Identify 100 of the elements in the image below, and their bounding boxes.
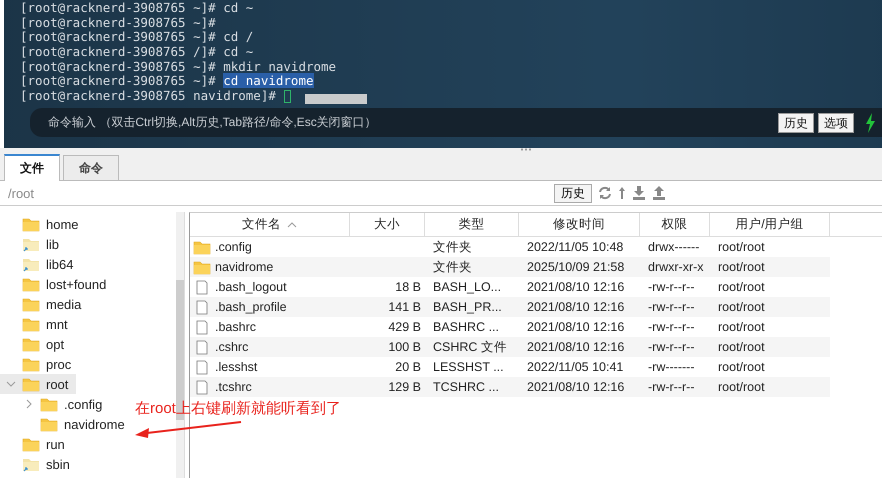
- table-row[interactable]: .tcshrc 129 B TCSHRC ... 2021/08/10 12:16 -rw-r--r-- root/root: [190, 377, 830, 397]
- tree-item[interactable]: lost+found: [0, 274, 114, 294]
- table-cell: 2021/08/10 12:16: [527, 340, 624, 354]
- tree-item-label: run: [46, 436, 65, 452]
- options-button[interactable]: 选项: [818, 112, 854, 132]
- tree-item-label: media: [46, 296, 82, 312]
- table-row[interactable]: .lesshst 20 B LESSHST ... 2022/11/05 10:41 -rw------- root/root: [190, 357, 830, 377]
- collapse-chevron-icon[interactable]: [6, 379, 16, 389]
- path-field[interactable]: /root: [8, 186, 548, 200]
- table-row[interactable]: .cshrc 100 B CSHRC 文件 2021/08/10 12:16 -rw-r--r-- root/root: [190, 337, 830, 357]
- table-cell: root/root: [718, 340, 765, 354]
- folder-icon: [22, 276, 40, 292]
- tree-item[interactable]: opt: [0, 334, 72, 354]
- table-cell: 429 B: [388, 320, 421, 334]
- column-header[interactable]: 大小: [350, 213, 425, 236]
- table-cell: 2021/08/10 12:16: [527, 320, 624, 334]
- download-icon[interactable]: [632, 186, 646, 200]
- drag-handle-icon[interactable]: [520, 148, 532, 151]
- folder-shortcut-icon: [22, 256, 40, 272]
- tree-item-label: lost+found: [46, 276, 106, 292]
- folder-icon: [40, 416, 58, 432]
- table-row[interactable]: navidrome 文件夹 2025/10/09 21:58 drwxr-xr-x root/root: [190, 257, 830, 277]
- tab[interactable]: 命令: [63, 155, 119, 180]
- file-name-cell: .lesshst: [215, 360, 258, 374]
- tree-item[interactable]: run: [0, 434, 73, 454]
- table-row[interactable]: .bashrc 429 B BASHRC ... 2021/08/10 12:16 -rw-r--r-- root/root: [190, 317, 830, 337]
- tab[interactable]: 文件: [4, 154, 60, 181]
- file-name-cell: .bash_profile: [215, 300, 287, 314]
- tree-item-label: sbin: [46, 456, 70, 472]
- table-cell: 18 B: [395, 280, 421, 294]
- table-cell: 100 B: [388, 340, 421, 354]
- file-name-cell: .config: [215, 240, 252, 254]
- file-name-cell: navidrome: [215, 260, 274, 274]
- table-cell: BASHRC ...: [433, 320, 499, 334]
- table-cell: 文件夹: [433, 258, 472, 276]
- table-cell: BASH_PR...: [433, 300, 502, 314]
- terminal-line: [root@racknerd-3908765 ~]#: [20, 16, 216, 30]
- upload-icon[interactable]: [652, 186, 666, 200]
- history-button[interactable]: 历史: [778, 112, 814, 132]
- column-header[interactable]: 类型: [425, 213, 519, 236]
- column-header[interactable]: 文件名: [190, 213, 350, 236]
- folder-shortcut-icon: [22, 456, 40, 472]
- tree-item-label: opt: [46, 336, 64, 352]
- folder-icon: [22, 436, 40, 452]
- file-name-cell: .cshrc: [215, 340, 248, 354]
- file-name-cell: .bashrc: [215, 320, 256, 334]
- table-row[interactable]: .bash_logout 18 B BASH_LO... 2021/08/10 12:16 -rw-r--r-- root/root: [190, 277, 830, 297]
- table-cell: 文件夹: [433, 238, 472, 256]
- tree-item[interactable]: navidrome: [0, 414, 133, 434]
- history-button[interactable]: 历史: [554, 184, 592, 202]
- table-cell: LESSHST ...: [433, 360, 504, 374]
- folder-icon: [22, 296, 40, 312]
- folder-icon: [193, 260, 211, 274]
- folder-icon: [22, 376, 40, 392]
- folder-icon: [22, 336, 40, 352]
- tree-item[interactable]: mnt: [0, 314, 76, 334]
- table-cell: root/root: [718, 360, 765, 374]
- table-cell: root/root: [718, 300, 765, 314]
- tree-item[interactable]: media: [0, 294, 90, 314]
- tree-item-label: proc: [46, 356, 72, 372]
- table-cell: -rw-------: [648, 360, 694, 374]
- terminal-cursor: [284, 90, 291, 103]
- file-name-cell: .tcshrc: [215, 380, 252, 394]
- table-cell: -rw-r--r--: [648, 300, 694, 314]
- tree-item[interactable]: .config: [0, 394, 110, 414]
- command-input-field[interactable]: 命令输入 （双击Ctrl切换,Alt历史,Tab路径/命令,Esc关闭窗口） 历史 选项: [30, 108, 882, 137]
- table-cell: root/root: [718, 320, 765, 334]
- expand-chevron-icon[interactable]: [24, 399, 34, 409]
- tree-item[interactable]: lib64: [0, 254, 82, 274]
- table-cell: 2021/08/10 12:16: [527, 300, 624, 314]
- folder-icon: [22, 356, 40, 372]
- table-cell: 2025/10/09 21:58: [527, 260, 624, 274]
- tree-item[interactable]: root: [0, 374, 76, 394]
- refresh-icon[interactable]: [598, 186, 612, 200]
- tree-item[interactable]: lib: [0, 234, 68, 254]
- folder-icon: [40, 396, 58, 412]
- table-cell: -rw-r--r--: [648, 380, 694, 394]
- table-cell: 129 B: [388, 380, 421, 394]
- table-row[interactable]: .config 文件夹 2022/11/05 10:48 drwx------ root/root: [190, 237, 830, 257]
- lightning-icon[interactable]: [864, 112, 876, 132]
- column-header[interactable]: 权限: [640, 213, 710, 236]
- tree-item-label: home: [46, 216, 79, 232]
- table-cell: BASH_LO...: [433, 280, 502, 294]
- table-cell: 141 B: [388, 300, 421, 314]
- terminal-line: [root@racknerd-3908765 ~]# cd navidrome: [20, 74, 314, 90]
- tree-item[interactable]: home: [0, 214, 87, 234]
- table-cell: -rw-r--r--: [648, 320, 694, 334]
- table-cell: root/root: [718, 280, 765, 294]
- tree-item-label: .config: [64, 396, 102, 412]
- tree-item[interactable]: proc: [0, 354, 80, 374]
- tree-item-label: lib64: [46, 256, 74, 272]
- up-arrow-icon[interactable]: [618, 186, 626, 200]
- table-row[interactable]: .bash_profile 141 B BASH_PR... 2021/08/10 12:16 -rw-r--r-- root/root: [190, 297, 830, 317]
- tree-item[interactable]: sbin: [0, 454, 78, 474]
- column-header[interactable]: 修改时间: [519, 213, 640, 236]
- column-header[interactable]: 用户/用户组: [710, 213, 830, 236]
- terminal-line: [root@racknerd-3908765 navidrome]#: [20, 89, 276, 104]
- folder-icon: [22, 216, 40, 232]
- table-cell: 2022/11/05 10:48: [527, 240, 624, 254]
- table-cell: 20 B: [395, 360, 421, 374]
